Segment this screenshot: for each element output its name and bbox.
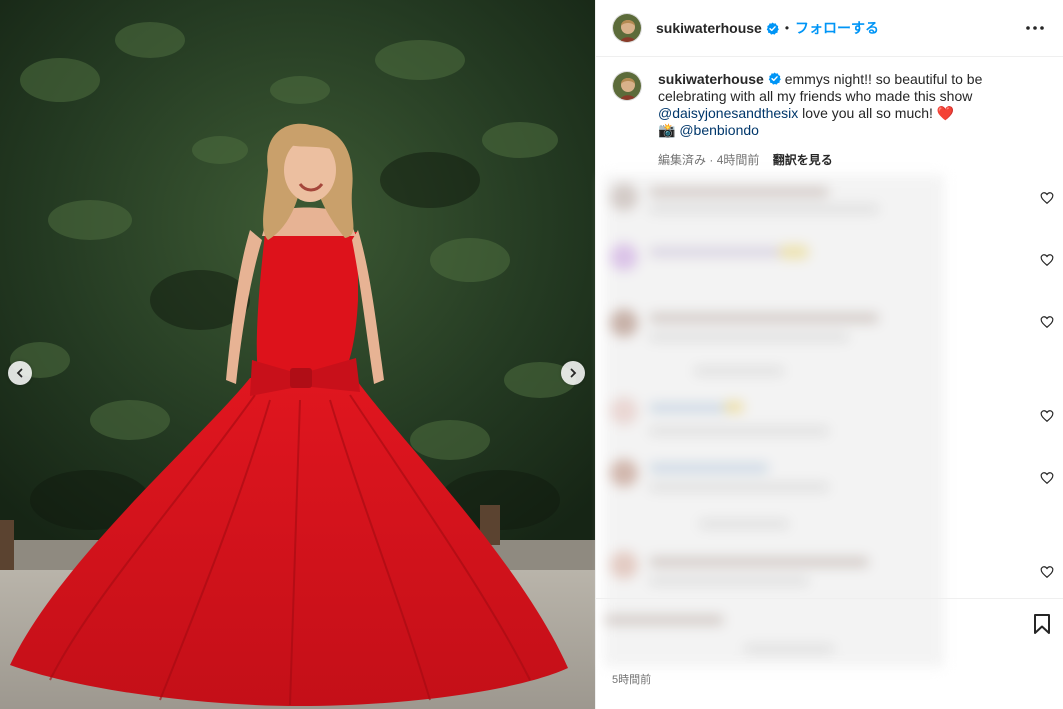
caption-username-link[interactable]: sukiwaterhouse [658,71,764,87]
caption-avatar[interactable] [612,71,642,101]
post-timestamp[interactable]: 5時間前 [612,671,651,687]
heart-outline-icon[interactable] [1040,315,1054,329]
caption-body: sukiwaterhouse emmys night!! so beautifu… [658,71,988,169]
caption-text-part2: love you all so much! [798,105,937,121]
heart-outline-icon[interactable] [1040,253,1054,267]
heart-outline-icon[interactable] [1040,565,1054,579]
heart-emoji: ❤️ [936,105,955,121]
bookmark-icon[interactable] [1032,613,1052,635]
author-avatar[interactable] [612,13,642,43]
chevron-left-icon [16,368,23,378]
heart-outline-icon[interactable] [1040,471,1054,485]
blurred-comments [604,175,944,667]
camera-emoji: 📸 [658,122,676,138]
chevron-right-icon [570,368,577,378]
meta-separator: · [706,153,717,167]
mention-link-benbiondo[interactable]: @benbiondo [679,122,759,138]
caption-meta: 編集済み · 4時間前 翻訳を見る [658,152,988,169]
verified-badge-icon [768,72,781,85]
author-username-link[interactable]: sukiwaterhouse [656,20,762,36]
post-side-panel: sukiwaterhouse • フォローする sukiwaterhouse e… [595,0,1063,709]
mention-link-daisyjonesandthesix[interactable]: @daisyjonesandthesix [658,105,798,121]
translate-button[interactable]: 翻訳を見る [773,153,833,167]
heart-outline-icon[interactable] [1040,409,1054,423]
post-caption: sukiwaterhouse emmys night!! so beautifu… [596,57,1063,169]
verified-badge-icon [766,21,779,35]
edited-label: 編集済み [658,153,707,167]
comments-list[interactable] [596,175,1063,667]
more-horizontal-icon[interactable] [1023,18,1047,38]
separator-dot: • [784,21,790,35]
post-viewer: sukiwaterhouse • フォローする sukiwaterhouse e… [0,0,1063,709]
caption-text: sukiwaterhouse emmys night!! so beautifu… [658,71,988,139]
post-photo[interactable] [0,0,595,709]
heart-outline-icon[interactable] [1040,191,1054,205]
follow-button[interactable]: フォローする [795,18,879,38]
photo-illustration [0,0,595,709]
time-ago[interactable]: 4時間前 [717,153,760,167]
post-header: sukiwaterhouse • フォローする [596,0,1063,57]
next-photo-button[interactable] [561,361,585,385]
avatar-image [613,14,641,42]
previous-photo-button[interactable] [8,361,32,385]
post-actions-bar: 5時間前 [596,598,1063,698]
avatar-image [613,72,641,100]
